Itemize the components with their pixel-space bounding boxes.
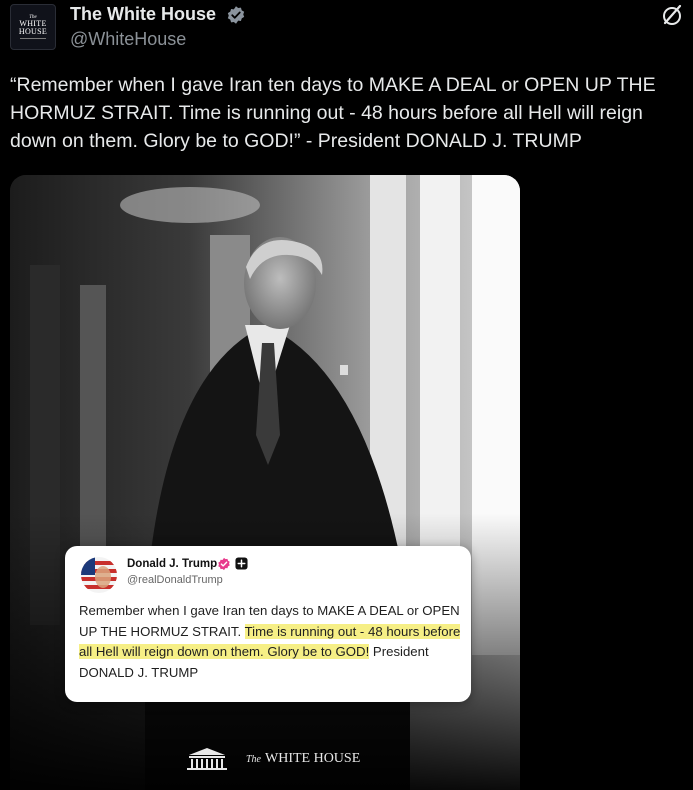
quoted-author-name[interactable]: Donald J. Trump <box>127 558 217 570</box>
footer-brand: The WHITE HOUSE <box>246 751 360 767</box>
plus-square-icon <box>235 557 248 570</box>
quoted-post-text: Remember when I gave Iran ten days to MA… <box>79 601 465 683</box>
quoted-author-handle[interactable]: @realDonaldTrump <box>127 574 223 586</box>
verified-badge-icon <box>218 557 230 571</box>
account-avatar[interactable]: The WHITE HOUSE <box>10 4 56 50</box>
tweet-text: “Remember when I gave Iran ten days to M… <box>10 74 656 152</box>
footer-brand-prefix: The <box>246 754 261 765</box>
flag-avatar-icon <box>81 557 117 593</box>
quoted-post-card[interactable]: Donald J. Trump @realDonaldTrump Remembe… <box>65 546 471 702</box>
white-house-building-icon <box>187 748 227 770</box>
footer-brand-name: WHITE HOUSE <box>265 751 361 766</box>
grok-slash-circle-icon[interactable] <box>659 2 685 28</box>
avatar-line-2: HOUSE <box>18 27 48 36</box>
verified-badge-icon <box>227 6 245 24</box>
avatar-rule <box>20 38 46 39</box>
display-name[interactable]: The White House <box>70 4 216 25</box>
media-image[interactable]: Donald J. Trump @realDonaldTrump Remembe… <box>10 175 520 790</box>
account-handle[interactable]: @WhiteHouse <box>70 29 186 50</box>
